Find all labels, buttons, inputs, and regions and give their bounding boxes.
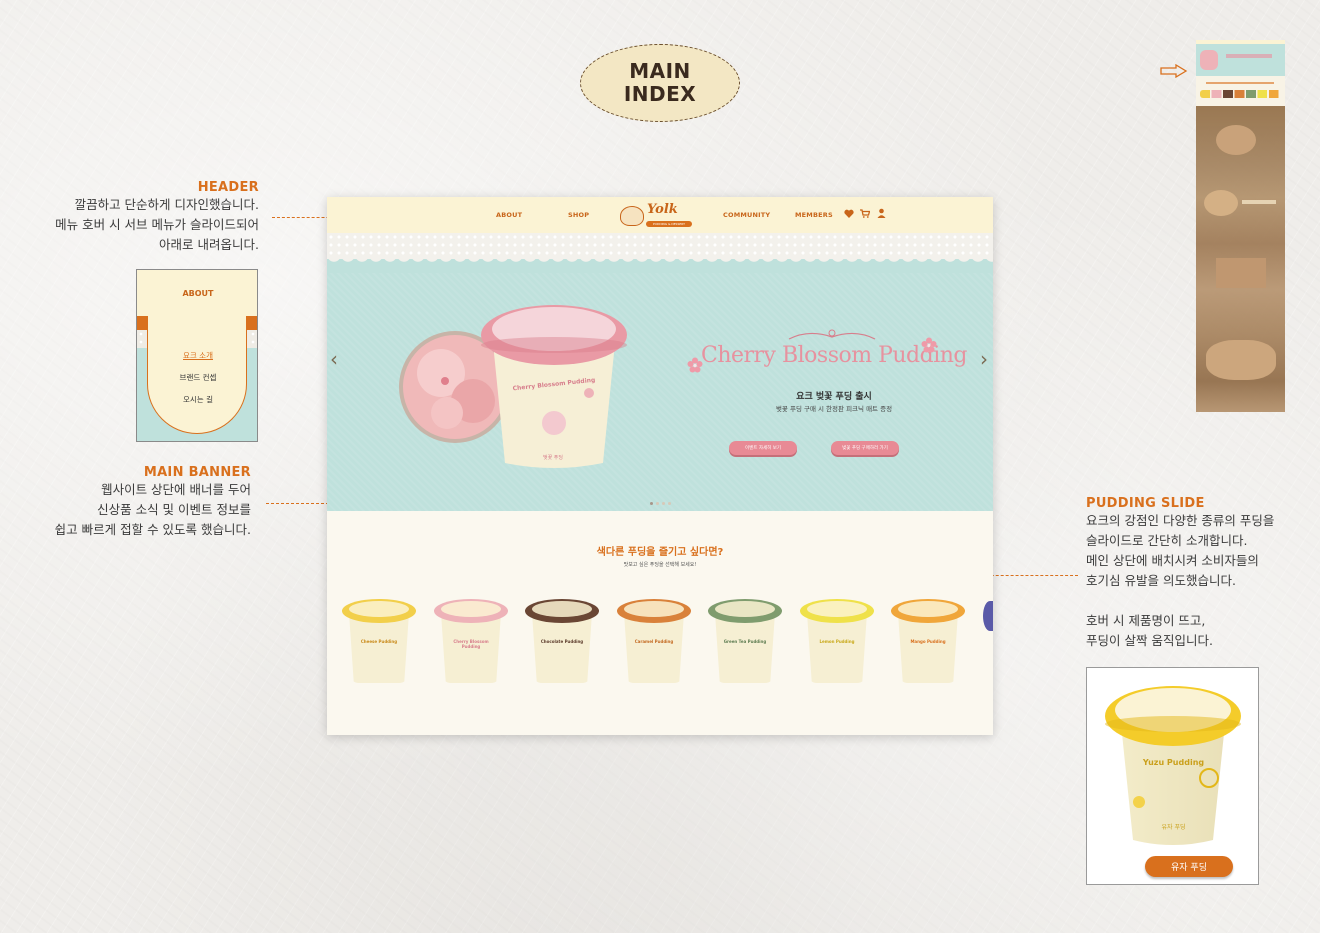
banner-note-line: 신상품 소식 및 이벤트 정보를 (97, 502, 251, 517)
banner-note-title: MAIN BANNER (143, 465, 251, 480)
cup-body (624, 613, 684, 683)
pudding-cup-item[interactable]: Cherry Blossom Pudding (434, 599, 508, 685)
pudding-cup-item[interactable]: Caramel Pudding (617, 599, 691, 685)
yuzu-cup-label: Yuzu Pudding (1142, 758, 1205, 767)
cup-lid (891, 599, 965, 623)
user-icon[interactable] (877, 208, 886, 218)
pudding-cup-item[interactable]: Green Tea Pudding (708, 599, 782, 685)
slide-indicator[interactable] (650, 502, 653, 505)
cup-body (532, 613, 592, 683)
about-submenu-preview: ABOUT 요크 소개 브랜드 컨셉 오시는 길 (136, 269, 258, 442)
pudding-note-line: 호버 시 제품명이 뜨고, (1086, 613, 1206, 628)
lace-divider (327, 233, 993, 273)
pudding-note-line: 호기심 유발을 의도했습니다. (1086, 573, 1236, 588)
header-note-line: 깔끔하고 단순하게 디자인했습니다. (74, 197, 259, 212)
pudding-section-title: 색다른 푸딩을 즐기고 싶다면? (596, 547, 724, 558)
badge-line-2: INDEX (623, 82, 697, 106)
logo-text: Yolk (647, 202, 678, 217)
pudding-cup-item[interactable]: Lemon Pudding (800, 599, 874, 685)
pudding-name: Caramel Pudding (634, 639, 674, 644)
pudding-cup-item[interactable]: Cheese Pudding (342, 599, 416, 685)
banner-annotation: MAIN BANNER 웹사이트 상단에 배너를 두어 신상품 소식 및 이벤트… (30, 465, 251, 540)
cup-body (898, 613, 958, 683)
logo-tagline: PUDDING & DESSERT (646, 221, 692, 227)
next-pudding-cup-peek[interactable] (983, 601, 993, 631)
ornament-icon (788, 329, 876, 340)
badge-line-1: MAIN (629, 59, 691, 83)
page-title-badge: MAIN INDEX (580, 44, 740, 122)
cup-lid-label (898, 601, 958, 617)
full-page-thumbnail[interactable] (1196, 40, 1285, 412)
cup-lid (800, 599, 874, 623)
site-logo[interactable]: Yolk PUDDING & DESSERT (620, 201, 695, 229)
nav-members[interactable]: MEMBERS (795, 211, 833, 219)
cup-lid-label (441, 601, 501, 617)
prev-slide-chevron-icon[interactable]: ‹ (330, 347, 338, 371)
header-note-title: HEADER (197, 180, 259, 195)
next-slide-chevron-icon[interactable]: › (980, 347, 988, 371)
cup-lid (525, 599, 599, 623)
slide-indicator[interactable] (662, 502, 665, 505)
event-details-button[interactable]: 이벤트 자세히 보기 (729, 441, 797, 455)
submenu-item[interactable]: 요크 소개 (137, 350, 257, 361)
slide-indicator[interactable] (668, 502, 671, 505)
cup-body (349, 613, 409, 683)
cup-lid-label (624, 601, 684, 617)
yuzu-cup-sub: 유자 푸딩 (1161, 824, 1186, 831)
banner-note-line: 웹사이트 상단에 배너를 두어 (101, 482, 251, 497)
cup-body (807, 613, 867, 683)
heart-icon[interactable] (844, 209, 854, 218)
header-note-line: 아래로 내려옵니다. (159, 237, 259, 252)
pudding-annotation: PUDDING SLIDE 요크의 강점인 다양한 종류의 푸딩을 슬라이드로 … (1086, 496, 1316, 651)
cup-body (715, 613, 775, 683)
submenu-item[interactable]: 오시는 길 (137, 394, 257, 405)
yuzu-pudding-button[interactable]: 유자 푸딩 (1145, 856, 1233, 877)
pudding-note-title: PUDDING SLIDE (1086, 496, 1205, 511)
arrow-right-icon (1160, 64, 1188, 78)
pudding-cup-item[interactable]: Mango Pudding (891, 599, 965, 685)
pudding-section-subtitle: 맛보고 싶은 푸딩을 선택해 보세요! (623, 562, 697, 568)
banner-note-line: 쉽고 빠르게 접할 수 있도록 했습니다. (54, 522, 251, 537)
submenu-title[interactable]: ABOUT (182, 289, 213, 298)
nav-about[interactable]: ABOUT (496, 211, 522, 219)
blossom-icon (921, 337, 937, 353)
slide-indicator[interactable] (656, 502, 659, 505)
submenu-item[interactable]: 브랜드 컨셉 (137, 372, 257, 383)
cup-lid-label (532, 601, 592, 617)
banner-cup-sub: 벚꽃 푸딩 (543, 455, 563, 461)
yuzu-hover-preview[interactable]: Yuzu Pudding 유자 푸딩 유자 푸딩 (1086, 667, 1259, 885)
pudding-name: Cheese Pudding (360, 639, 398, 644)
pudding-cup-item[interactable]: Chocolate Pudding (525, 599, 599, 685)
website-mockup: ABOUT SHOP COMMUNITY MEMBERS Yolk PUDDIN… (327, 197, 993, 735)
pudding-name: Green Tea Pudding (723, 639, 767, 644)
cart-icon[interactable] (860, 209, 870, 218)
cup-lid (617, 599, 691, 623)
header-note-line: 메뉴 호버 시 서브 메뉴가 슬라이드되어 (55, 217, 259, 232)
pudding-note-line: 슬라이드로 간단히 소개합니다. (1086, 533, 1248, 548)
pudding-note-line: 메인 상단에 배치시켜 소비자들의 (1086, 553, 1259, 568)
cup-lid (708, 599, 782, 623)
header-annotation: HEADER 깔끔하고 단순하게 디자인했습니다. 메뉴 호버 시 서브 메뉴가… (40, 180, 259, 255)
cup-lid (342, 599, 416, 623)
pudding-name: Mango Pudding (910, 639, 946, 644)
cup-lid-label (807, 601, 867, 617)
pudding-name: Lemon Pudding (819, 639, 855, 644)
banner-subtitle: 요크 벚꽃 푸딩 출시 (796, 392, 872, 402)
pudding-name: Cherry Blossom Pudding (453, 639, 489, 649)
blossom-icon (687, 357, 703, 373)
pudding-name: Chocolate Pudding (540, 639, 584, 644)
banner-description: 벚꽃 푸딩 구매 시 한정판 피크닉 매트 증정 (775, 405, 893, 413)
nav-shop[interactable]: SHOP (568, 211, 589, 219)
cup-lid-label (715, 601, 775, 617)
pudding-note-line: 요크의 강점인 다양한 종류의 푸딩을 (1086, 513, 1275, 528)
cup-lid-label (349, 601, 409, 617)
nav-community[interactable]: COMMUNITY (723, 211, 770, 219)
cup-lid (434, 599, 508, 623)
pudding-note-line: 푸딩이 살짝 움직입니다. (1086, 633, 1213, 648)
pudding-mascot-icon (620, 206, 644, 226)
buy-cherry-pudding-button[interactable]: 벚꽃 푸딩 구매하러 가기 (831, 441, 899, 455)
